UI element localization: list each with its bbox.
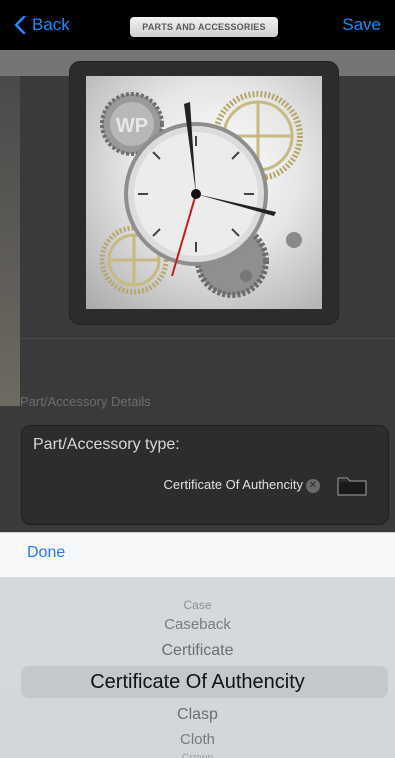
picker-item-selected[interactable]: Certificate Of Authencity (0, 671, 395, 694)
chevron-left-icon (14, 15, 26, 35)
type-label: Part/Accessory type: (33, 436, 180, 453)
clear-circle-icon[interactable]: ✕ (306, 479, 320, 493)
type-input[interactable]: Certificate Of Authencity (164, 477, 303, 492)
done-button[interactable]: Done (27, 544, 65, 562)
picker-item[interactable]: Caseback (0, 616, 395, 633)
back-label: Back (32, 15, 70, 34)
divider (20, 338, 395, 339)
background-edge (0, 76, 20, 406)
folder-icon[interactable] (337, 474, 367, 496)
svg-text:WP: WP (116, 115, 148, 137)
picker-item[interactable]: Certificate (0, 642, 395, 660)
section-header: Part/Accessory Details (20, 394, 151, 409)
picker-item[interactable]: Clasp (0, 706, 395, 724)
picker-item[interactable]: Case (0, 598, 395, 612)
picker-item[interactable]: Cloth (0, 731, 395, 748)
page-title: PARTS AND ACCESSORIES (130, 17, 278, 37)
watch-parts-illustration: WP (99, 91, 303, 298)
save-button[interactable]: Save (342, 15, 381, 35)
picker-item[interactable]: Crown (0, 752, 395, 758)
watch-parts-image[interactable]: WP (86, 76, 322, 309)
back-button[interactable]: Back (14, 15, 70, 35)
picker-item[interactable] (0, 588, 395, 596)
